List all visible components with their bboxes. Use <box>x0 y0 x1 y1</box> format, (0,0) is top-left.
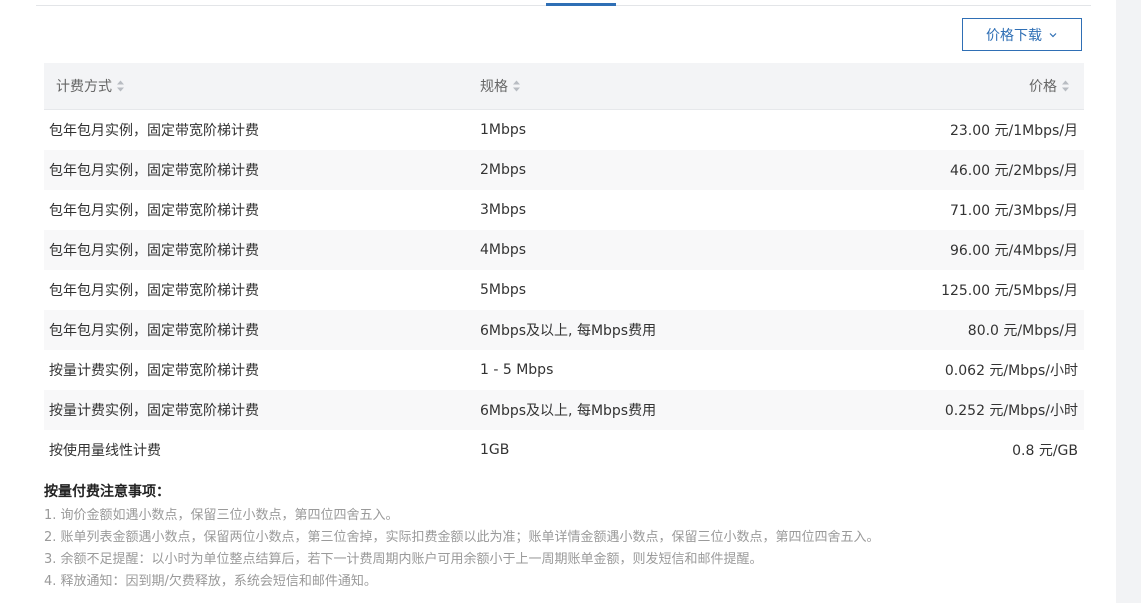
note-item: 1. 询价金额如遇小数点，保留三位小数点，第四位四舍五入。 <box>44 508 399 523</box>
table-row: 包年包月实例，固定带宽阶梯计费 1Mbps 23.00 元/1Mbps/月 <box>44 110 1084 150</box>
table-row: 包年包月实例，固定带宽阶梯计费 3Mbps 71.00 元/3Mbps/月 <box>44 190 1084 230</box>
cell-price: 125.00 元/5Mbps/月 <box>941 283 1078 299</box>
sort-icon[interactable] <box>512 78 521 94</box>
table-row: 包年包月实例，固定带宽阶梯计费 5Mbps 125.00 元/5Mbps/月 <box>44 270 1084 310</box>
cell-price: 0.252 元/Mbps/小时 <box>944 403 1078 419</box>
sort-icon[interactable] <box>1061 78 1070 94</box>
note-item: 3. 余额不足提醒：以小时为单位整点结算后，若下一计费周期内账户可用余额小于上一… <box>44 552 763 567</box>
cell-billing-method: 按使用量线性计费 <box>49 443 161 459</box>
price-table: 计费方式 规格 价格 包年包月实例，固定带宽阶梯计费 1Mbps 23.00 元… <box>44 63 1084 470</box>
price-download-label: 价格下载 <box>986 27 1042 44</box>
cell-spec: 1Mbps <box>480 122 527 138</box>
cell-price: 0.8 元/GB <box>1012 443 1078 459</box>
billing-notes: 按量付费注意事项： 1. 询价金额如遇小数点，保留三位小数点，第四位四舍五入。 … <box>44 482 1104 593</box>
scrollbar-track[interactable] <box>1116 0 1141 603</box>
cell-spec: 6Mbps及以上, 每Mbps费用 <box>480 323 657 339</box>
table-row: 按使用量线性计费 1GB 0.8 元/GB <box>44 430 1084 470</box>
cell-billing-method: 包年包月实例，固定带宽阶梯计费 <box>49 203 259 219</box>
table-header: 计费方式 规格 价格 <box>44 63 1084 110</box>
cell-spec: 4Mbps <box>480 242 527 258</box>
cell-price: 96.00 元/4Mbps/月 <box>949 243 1078 259</box>
table-row: 包年包月实例，固定带宽阶梯计费 2Mbps 46.00 元/2Mbps/月 <box>44 150 1084 190</box>
table-row: 按量计费实例，固定带宽阶梯计费 6Mbps及以上, 每Mbps费用 0.252 … <box>44 390 1084 430</box>
cell-price: 0.062 元/Mbps/小时 <box>944 363 1078 379</box>
column-header-billing-method[interactable]: 计费方式 <box>44 76 480 96</box>
cell-spec: 5Mbps <box>480 282 527 298</box>
cell-spec: 3Mbps <box>480 202 527 218</box>
pricing-panel: 价格下载 计费方式 规格 价格 包年包月实例，固定带宽阶梯计费 1Mbps 23… <box>0 0 1116 603</box>
cell-spec: 6Mbps及以上, 每Mbps费用 <box>480 403 657 419</box>
active-tab-indicator <box>546 3 616 6</box>
price-download-button[interactable]: 价格下载 <box>962 18 1082 51</box>
cell-billing-method: 包年包月实例，固定带宽阶梯计费 <box>49 163 259 179</box>
column-header-spec[interactable]: 规格 <box>480 76 870 96</box>
chevron-down-icon <box>1049 32 1057 37</box>
cell-spec: 1GB <box>480 442 510 458</box>
cell-billing-method: 按量计费实例，固定带宽阶梯计费 <box>49 363 259 379</box>
cell-price: 46.00 元/2Mbps/月 <box>949 163 1078 179</box>
cell-spec: 2Mbps <box>480 162 527 178</box>
cell-price: 71.00 元/3Mbps/月 <box>949 203 1078 219</box>
column-header-price[interactable]: 价格 <box>870 76 1084 96</box>
cell-price: 80.0 元/Mbps/月 <box>967 323 1078 339</box>
cell-billing-method: 包年包月实例，固定带宽阶梯计费 <box>49 243 259 259</box>
column-header-label: 规格 <box>480 79 508 95</box>
sort-icon[interactable] <box>116 78 125 94</box>
cell-price: 23.00 元/1Mbps/月 <box>949 123 1078 139</box>
cell-billing-method: 包年包月实例，固定带宽阶梯计费 <box>49 323 259 339</box>
note-item: 4. 释放通知：因到期/欠费释放，系统会短信和邮件通知。 <box>44 574 377 589</box>
cell-spec: 1 - 5 Mbps <box>480 362 554 378</box>
cell-billing-method: 按量计费实例，固定带宽阶梯计费 <box>49 403 259 419</box>
table-row: 包年包月实例，固定带宽阶梯计费 4Mbps 96.00 元/4Mbps/月 <box>44 230 1084 270</box>
table-row: 按量计费实例，固定带宽阶梯计费 1 - 5 Mbps 0.062 元/Mbps/… <box>44 350 1084 390</box>
column-header-label: 计费方式 <box>56 79 112 95</box>
cell-billing-method: 包年包月实例，固定带宽阶梯计费 <box>49 283 259 299</box>
table-row: 包年包月实例，固定带宽阶梯计费 6Mbps及以上, 每Mbps费用 80.0 元… <box>44 310 1084 350</box>
column-header-label: 价格 <box>1029 79 1057 95</box>
cell-billing-method: 包年包月实例，固定带宽阶梯计费 <box>49 123 259 139</box>
note-item: 2. 账单列表金额遇小数点，保留两位小数点，第三位舍掉，实际扣费金额以此为准；账… <box>44 530 880 545</box>
notes-title: 按量付费注意事项： <box>44 484 170 500</box>
